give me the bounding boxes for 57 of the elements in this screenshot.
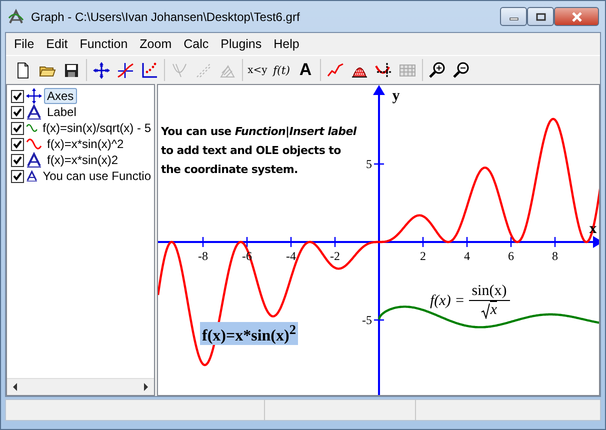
maximize-button[interactable]	[527, 7, 554, 26]
window-title: Graph - C:\Users\Ivan Johansen\Desktop\Test6.grf	[31, 10, 301, 24]
legend-item[interactable]: Label	[44, 104, 80, 120]
text-label: You can use Function|Insert label	[161, 124, 356, 140]
checkbox[interactable]	[11, 138, 24, 150]
legend-item[interactable]: You can use Functio	[40, 168, 154, 184]
menu-item[interactable]: Calc	[178, 37, 215, 51]
tick-label: -4	[286, 249, 296, 263]
checkbox[interactable]	[11, 90, 24, 102]
toolbar-button[interactable]: A	[294, 59, 317, 81]
equation-denominator: x	[490, 301, 498, 319]
axis-label: y	[392, 88, 400, 104]
menu-item[interactable]: File	[8, 37, 40, 51]
zoom-out-icon[interactable]	[452, 60, 471, 80]
text-label: the coordinate system.	[161, 162, 299, 178]
checkbox[interactable]	[11, 170, 24, 182]
function-graph-icon[interactable]	[116, 60, 135, 80]
equation-numerator: sin(x)	[468, 283, 510, 301]
app-icon	[7, 8, 25, 26]
radical-sign-icon	[481, 303, 490, 319]
menu-item[interactable]: Edit	[40, 37, 74, 51]
tick-label: 5	[366, 157, 372, 171]
axes-icon[interactable]	[92, 60, 111, 80]
legend-item[interactable]: f(x)=sin(x)/sqrt(x) - 5	[40, 120, 154, 136]
minimize-button[interactable]	[500, 7, 527, 26]
axes-icon	[26, 88, 42, 104]
letter-a-icon	[26, 168, 38, 184]
legend-item[interactable]: f(x)=x*sin(x)2	[44, 152, 122, 168]
checkbox[interactable]	[11, 122, 24, 134]
menu-item[interactable]: Zoom	[134, 37, 178, 51]
tick-label: 6	[508, 249, 514, 263]
text-label: to add text and OLE objects to	[161, 143, 342, 159]
letter-a-icon	[26, 104, 42, 120]
legend-item[interactable]: Axes	[44, 88, 77, 104]
close-icon	[570, 12, 582, 22]
trace-curve-icon[interactable]	[374, 60, 393, 80]
tick-label: -2	[330, 249, 340, 263]
menu-item[interactable]: Help	[268, 37, 306, 51]
equation-text: f(x) =	[430, 292, 465, 310]
menu-item[interactable]: Plugins	[214, 37, 268, 51]
tick-label: 4	[464, 249, 470, 263]
toolbar-button[interactable]: f(t)	[270, 59, 293, 81]
legend-item[interactable]: f(x)=x*sin(x)^2	[44, 136, 127, 152]
tick-label: 2	[420, 249, 426, 263]
checkbox[interactable]	[11, 154, 24, 166]
tick-label: 8	[552, 249, 558, 263]
maximize-icon	[536, 12, 546, 20]
checkbox[interactable]	[11, 106, 24, 118]
menu-item[interactable]: Function	[74, 37, 134, 51]
formula-label[interactable]: f(x)=x*sin(x)$^{2}$	[200, 322, 298, 346]
tick-label: -5	[362, 313, 372, 327]
zoom-in-icon[interactable]	[428, 60, 447, 80]
letter-a-icon	[26, 152, 42, 168]
close-button[interactable]	[554, 7, 599, 26]
tick-label: -8	[198, 249, 208, 263]
toolbar-button[interactable]: x<y	[246, 59, 269, 81]
point-series-icon[interactable]	[140, 60, 159, 80]
